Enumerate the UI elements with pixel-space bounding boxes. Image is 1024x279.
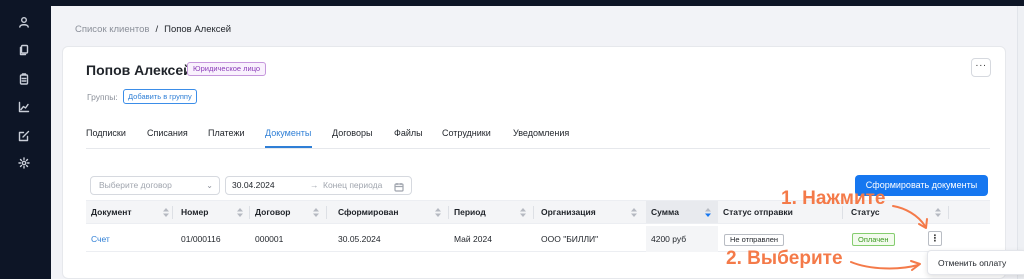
tab-charges[interactable]: Списания <box>147 128 208 148</box>
breadcrumb-current: Попов Алексей <box>164 24 232 35</box>
sort-icon[interactable] <box>435 208 441 217</box>
chevron-down-icon: ⌄ <box>206 181 213 190</box>
cell-number: 01/000116 <box>181 234 221 244</box>
more-options-button[interactable]: ··· <box>971 58 991 77</box>
annotation-step1: 1. Нажмите <box>781 188 886 209</box>
chart-icon[interactable] <box>17 100 31 114</box>
cell-period: Май 2024 <box>454 234 492 244</box>
page-title: Попов Алексей <box>86 62 192 78</box>
column-header-contract[interactable]: Договор <box>250 201 333 223</box>
date-start-input[interactable]: 30.04.2024 <box>232 177 275 194</box>
sort-icon[interactable] <box>520 208 526 217</box>
user-icon[interactable] <box>17 15 31 29</box>
tabs-divider <box>86 148 990 149</box>
edit-icon[interactable] <box>17 129 31 143</box>
status-badge: Оплачен <box>852 233 895 246</box>
sort-icon[interactable] <box>163 208 169 217</box>
tab-contracts[interactable]: Договоры <box>332 128 394 148</box>
column-divider <box>326 206 327 219</box>
sort-icon[interactable] <box>935 208 941 217</box>
add-to-group-button[interactable]: Добавить в группу <box>123 89 197 104</box>
document-copy-icon[interactable] <box>17 43 31 57</box>
clipboard-icon[interactable] <box>17 72 31 86</box>
calendar-icon[interactable] <box>394 181 404 192</box>
settings-icon[interactable] <box>17 156 31 170</box>
annotation-step2: 2. Выберите <box>726 248 843 269</box>
row-actions-button[interactable]: ⋮ <box>928 231 942 246</box>
cell-amount: 4200 руб <box>646 226 718 252</box>
contract-select-placeholder: Выберите договор <box>99 180 172 190</box>
date-range-picker[interactable]: 30.04.2024 → Конец периода <box>225 176 412 195</box>
cell-created: 30.05.2024 <box>338 234 381 244</box>
breadcrumb-separator: / <box>155 24 159 35</box>
breadcrumb: Список клиентов / Попов Алексей <box>75 24 231 35</box>
cell-organization: ООО "БИЛЛИ" <box>541 234 599 244</box>
tab-employees[interactable]: Сотрудники <box>442 128 513 148</box>
cancel-payment-menu-item[interactable]: Отменить оплату <box>938 251 1006 276</box>
sort-icon[interactable] <box>631 208 637 217</box>
sidebar <box>0 0 51 279</box>
tab-notifications[interactable]: Уведомления <box>513 128 593 148</box>
row-actions-menu: Отменить оплату <box>927 250 1024 275</box>
right-panel-edge <box>1017 6 1024 279</box>
tab-payments[interactable]: Платежи <box>208 128 265 148</box>
arrow-right-icon: → <box>310 180 319 190</box>
column-header-organization[interactable]: Организация <box>536 201 646 223</box>
column-header-document[interactable]: Документ <box>86 201 172 223</box>
cell-contract: 000001 <box>255 234 284 244</box>
groups-label: Группы: <box>87 92 118 102</box>
client-type-badge: Юридическое лицо <box>187 62 267 76</box>
column-header-created[interactable]: Сформирован <box>333 201 451 223</box>
sort-descending-icon[interactable] <box>705 208 711 217</box>
sort-icon[interactable] <box>237 208 243 217</box>
tab-files[interactable]: Файлы <box>394 128 442 148</box>
breadcrumb-parent-link[interactable]: Список клиентов <box>75 24 149 35</box>
column-divider <box>533 206 534 219</box>
column-divider <box>948 206 949 219</box>
column-divider <box>172 206 173 219</box>
contract-select[interactable]: Выберите договор ⌄ <box>90 176 220 195</box>
date-end-input[interactable]: Конец периода <box>323 177 382 194</box>
send-status-badge: Не отправлен <box>724 234 785 246</box>
tab-subscriptions[interactable]: Подписки <box>86 128 147 148</box>
document-link[interactable]: Счет <box>86 226 110 252</box>
top-bar <box>51 0 1024 6</box>
tabs: Подписки Списания Платежи Документы Дого… <box>86 128 593 148</box>
sort-icon[interactable] <box>313 208 319 217</box>
tab-documents[interactable]: Документы <box>265 128 312 148</box>
